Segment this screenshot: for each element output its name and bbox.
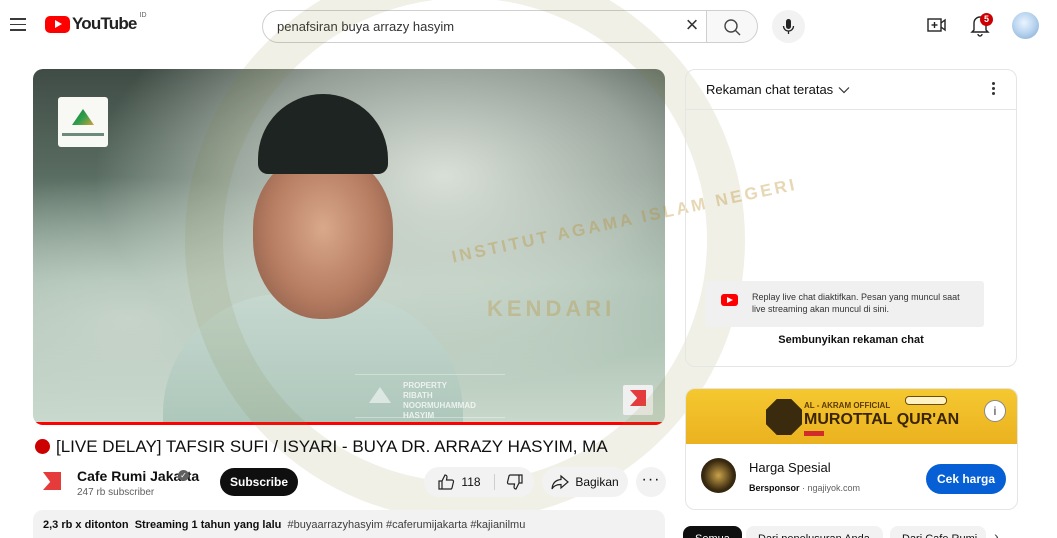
channel-avatar[interactable]: [41, 470, 63, 492]
more-actions-button[interactable]: ···: [636, 467, 666, 497]
ad-banner[interactable]: AL - AKRAM OFFICIAL MUROTTAL QUR'AN: [686, 389, 1017, 444]
chat-mode-selector[interactable]: Rekaman chat teratas: [706, 82, 833, 97]
ad-title[interactable]: Harga Spesial: [749, 460, 831, 475]
share-button[interactable]: Bagikan: [542, 467, 628, 497]
share-label: Bagikan: [575, 475, 619, 489]
youtube-play-icon: [721, 294, 738, 306]
institution-watermark-city: KENDARI: [487, 296, 616, 321]
chip-all[interactable]: Semua: [683, 526, 742, 538]
logo-country-code: ID: [139, 12, 147, 19]
progress-fill: [33, 422, 665, 425]
voice-search-button[interactable]: [772, 10, 805, 43]
stream-date: Streaming 1 tahun yang lalu: [134, 519, 282, 531]
youtube-logo[interactable]: YouTube ID: [45, 12, 147, 34]
sponsor-domain: ngajiyok.com: [807, 483, 861, 493]
youtube-play-icon: [45, 15, 70, 33]
replay-notice-text: Replay live chat diaktifkan. Pesan yang …: [752, 292, 960, 314]
video-progress-bar[interactable]: [33, 422, 665, 425]
clear-search-icon[interactable]: ×: [680, 14, 704, 38]
live-indicator-icon: [35, 439, 50, 454]
thumbs-up-icon: [438, 474, 455, 490]
dislike-button[interactable]: [496, 467, 534, 497]
video-title: [LIVE DELAY] TAFSIR SUFI / ISYARI - BUYA…: [56, 437, 608, 456]
chevron-right-icon[interactable]: ›: [994, 528, 999, 538]
search-query: penafsiran buya arrazy hasyim: [277, 19, 455, 34]
subscribe-button[interactable]: Subscribe: [220, 468, 298, 496]
logo-text: YouTube: [72, 14, 137, 33]
notification-count-badge: 5: [980, 13, 993, 26]
video-player[interactable]: PROPERTY RIBATH NOORMUHAMMAD HASYIM: [33, 69, 665, 425]
chat-options-icon[interactable]: [986, 80, 1000, 98]
watermark-line: RIBATH NOORMUHAMMAD: [403, 391, 476, 410]
chip-from-channel[interactable]: Dari Cafe Rumi: [890, 526, 986, 538]
watermark-line: HASYIM: [403, 411, 435, 420]
cafe-rumi-stamp-logo: [623, 385, 653, 415]
hashtags[interactable]: #buyaarrazyhasyim #caferumijakarta #kaji…: [288, 519, 526, 531]
search-input[interactable]: penafsiran buya arrazy hasyim: [262, 10, 708, 43]
sponsored-ad-card[interactable]: AL - AKRAM OFFICIAL MUROTTAL QUR'AN i Ha…: [685, 388, 1018, 510]
description-box[interactable]: 2,3 rb x ditonton Streaming 1 tahun yang…: [33, 510, 665, 538]
chip-from-search[interactable]: Dari penelusuran Anda: [746, 526, 883, 538]
subscriber-count: 247 rb subscriber: [77, 487, 155, 498]
microphone-icon: [782, 19, 795, 34]
check-price-button[interactable]: Cek harga: [926, 464, 1006, 494]
replay-notice: Replay live chat diaktifkan. Pesan yang …: [705, 281, 984, 327]
advertiser-logo[interactable]: [701, 458, 736, 493]
menu-icon[interactable]: [10, 18, 26, 31]
sponsor-label: Bersponsor: [749, 483, 800, 493]
watermark-line: PROPERTY: [403, 381, 448, 390]
channel-watermark-logo: [58, 97, 108, 147]
view-count: 2,3 rb x ditonton: [43, 519, 129, 531]
create-video-button[interactable]: [925, 14, 947, 36]
ad-banner-tag: [905, 396, 947, 405]
al-akram-emblem-icon: [766, 399, 802, 435]
like-button[interactable]: 118: [424, 467, 494, 497]
like-count: 118: [461, 475, 481, 489]
search-icon: [724, 19, 741, 36]
ad-sponsor-line: Bersponsor · ngajiyok.com: [749, 483, 861, 493]
ad-banner-line1: AL - AKRAM OFFICIAL: [804, 401, 891, 410]
search-button[interactable]: [706, 10, 758, 43]
thumbs-down-icon: [506, 474, 523, 490]
hide-chat-button[interactable]: Sembunyikan rekaman chat: [686, 334, 1016, 346]
share-icon: [551, 474, 570, 490]
account-avatar[interactable]: [1012, 12, 1039, 39]
ad-info-icon[interactable]: i: [984, 400, 1006, 422]
like-divider: [494, 474, 495, 490]
ad-banner-line2: MUROTTAL QUR'AN: [804, 411, 960, 428]
chevron-down-icon[interactable]: [838, 85, 850, 95]
create-icon: [927, 18, 946, 32]
ad-banner-ribbon: [804, 431, 824, 436]
video-property-watermark: PROPERTY RIBATH NOORMUHAMMAD HASYIM: [355, 374, 505, 420]
verified-check-icon: ✓: [178, 470, 189, 481]
